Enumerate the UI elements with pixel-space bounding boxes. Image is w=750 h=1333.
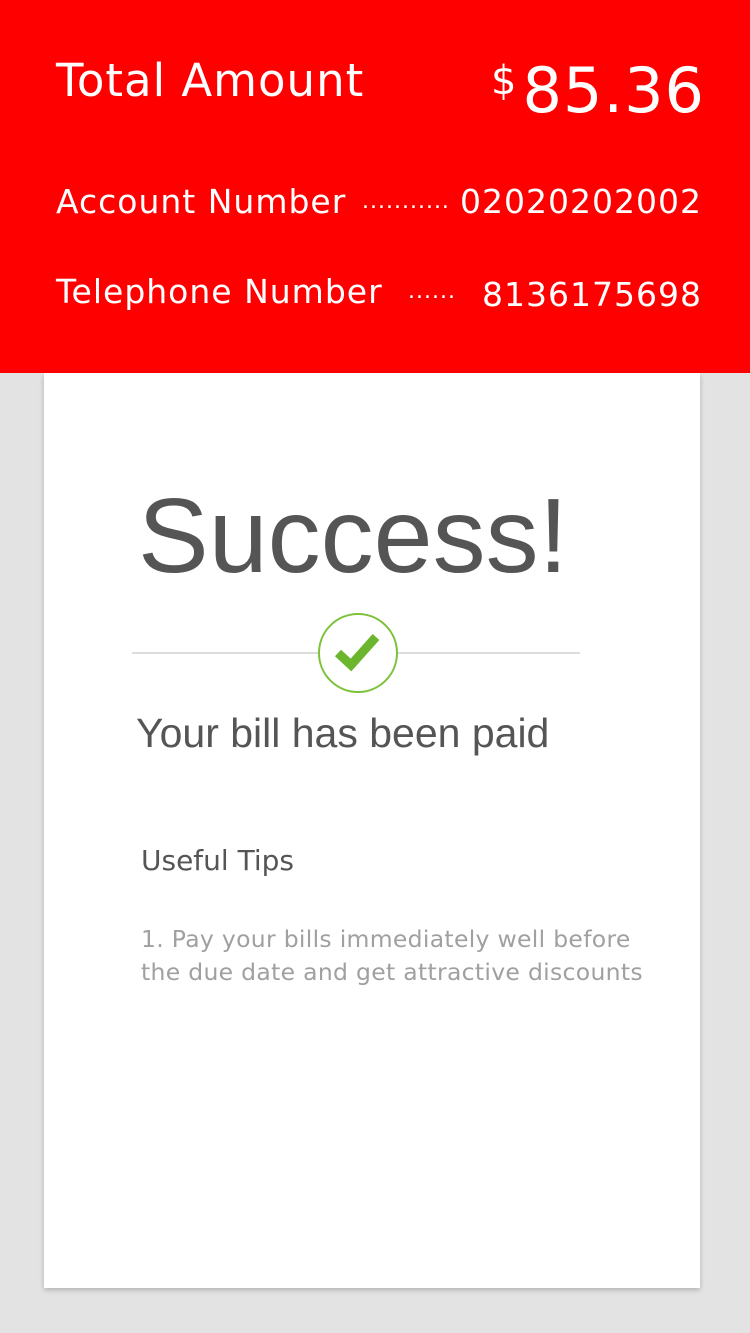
total-amount: $85.36 <box>491 46 705 142</box>
payment-success-card: Success! Your bill has been paid Useful … <box>44 373 700 1288</box>
useful-tips-text: 1. Pay your bills immediately well befor… <box>141 925 643 986</box>
total-amount-value: 85.36 <box>522 54 705 127</box>
telephone-number-value: 8136175698 <box>482 275 702 314</box>
checkmark-icon <box>334 634 380 672</box>
useful-tips-heading: Useful Tips <box>141 844 294 877</box>
account-number-value: 02020202002 <box>460 182 702 221</box>
payment-status-message: Your bill has been paid <box>136 710 550 756</box>
bill-summary-header: Total Amount $85.36 Account Number .....… <box>0 0 750 373</box>
account-number-leader-dots: ........... <box>362 189 450 214</box>
checkmark-circle-icon <box>318 613 398 693</box>
telephone-number-leader-dots: ...... <box>408 279 456 304</box>
telephone-number-label: Telephone Number <box>56 272 383 311</box>
total-amount-label: Total Amount <box>56 54 365 107</box>
account-number-label: Account Number <box>56 182 347 221</box>
currency-symbol: $ <box>491 58 517 104</box>
success-title: Success! <box>138 477 569 595</box>
